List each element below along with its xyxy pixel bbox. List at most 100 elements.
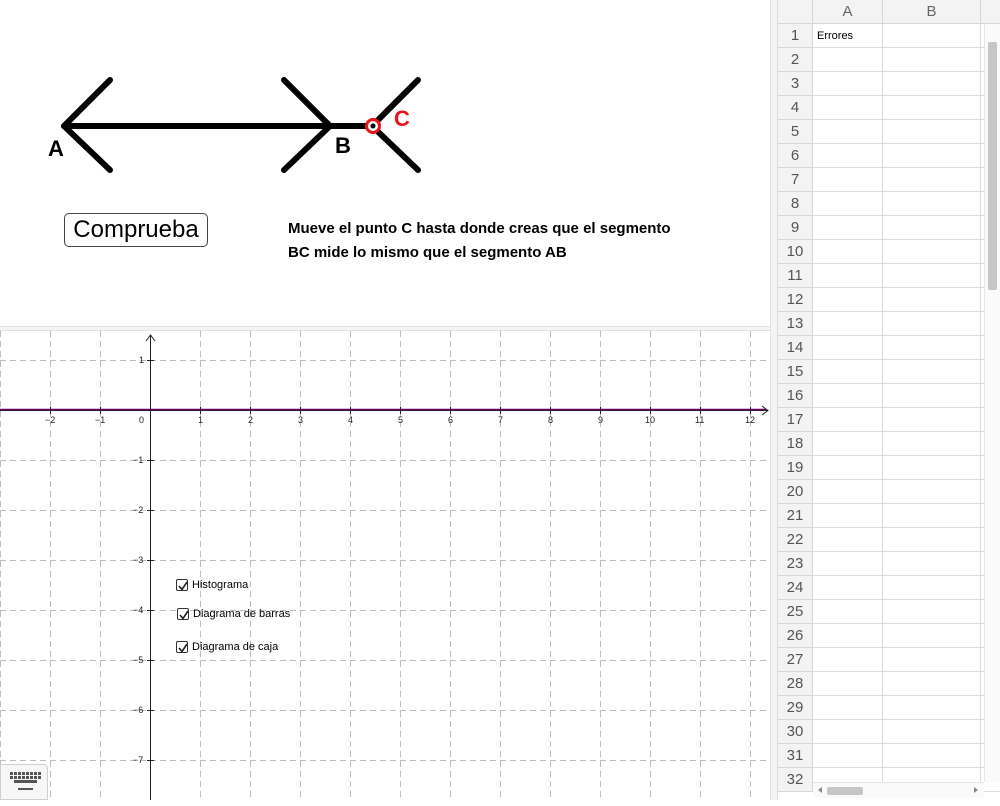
cell-a13[interactable] — [813, 312, 883, 336]
cell-a17[interactable] — [813, 408, 883, 432]
cell-a2[interactable] — [813, 48, 883, 72]
row-header[interactable]: 9 — [778, 216, 813, 240]
checkbox-histograma[interactable]: Histograma — [176, 579, 248, 591]
cell-a18[interactable] — [813, 432, 883, 456]
row-header[interactable]: 14 — [778, 336, 813, 360]
cell-b13[interactable] — [883, 312, 981, 336]
row-header[interactable]: 19 — [778, 456, 813, 480]
row-header[interactable]: 4 — [778, 96, 813, 120]
row-header[interactable]: 3 — [778, 72, 813, 96]
cell-b2[interactable] — [883, 48, 981, 72]
cell-a4[interactable] — [813, 96, 883, 120]
cell-b29[interactable] — [883, 696, 981, 720]
row-header[interactable]: 7 — [778, 168, 813, 192]
row-header[interactable]: 13 — [778, 312, 813, 336]
cell-a31[interactable] — [813, 744, 883, 768]
row-header[interactable]: 22 — [778, 528, 813, 552]
row-header[interactable]: 12 — [778, 288, 813, 312]
scroll-right-icon[interactable] — [971, 783, 981, 797]
cell-a16[interactable] — [813, 384, 883, 408]
vertical-scroll-thumb[interactable] — [988, 42, 997, 290]
cell-b20[interactable] — [883, 480, 981, 504]
cell-a28[interactable] — [813, 672, 883, 696]
row-header[interactable]: 8 — [778, 192, 813, 216]
cell-b5[interactable] — [883, 120, 981, 144]
cell-a8[interactable] — [813, 192, 883, 216]
cell-a11[interactable] — [813, 264, 883, 288]
cell-b26[interactable] — [883, 624, 981, 648]
cell-b24[interactable] — [883, 576, 981, 600]
row-header[interactable]: 27 — [778, 648, 813, 672]
row-header[interactable]: 5 — [778, 120, 813, 144]
row-header[interactable]: 16 — [778, 384, 813, 408]
cell-a1[interactable]: Errores — [813, 24, 883, 48]
row-header[interactable]: 6 — [778, 144, 813, 168]
cell-a10[interactable] — [813, 240, 883, 264]
cell-a21[interactable] — [813, 504, 883, 528]
row-header[interactable]: 31 — [778, 744, 813, 768]
cell-a30[interactable] — [813, 720, 883, 744]
cell-a6[interactable] — [813, 144, 883, 168]
cell-b18[interactable] — [883, 432, 981, 456]
horizontal-scrollbar[interactable] — [813, 782, 984, 798]
graph-view[interactable]: −2 −1 0 1 2 3 4 5 6 7 8 9 10 11 12 1 −1 … — [0, 331, 770, 800]
checkbox-checked-icon[interactable] — [177, 608, 189, 620]
cell-b28[interactable] — [883, 672, 981, 696]
row-header[interactable]: 11 — [778, 264, 813, 288]
cell-a23[interactable] — [813, 552, 883, 576]
cell-a22[interactable] — [813, 528, 883, 552]
column-header-c[interactable] — [981, 0, 1000, 24]
cell-b8[interactable] — [883, 192, 981, 216]
cell-a25[interactable] — [813, 600, 883, 624]
checkbox-checked-icon[interactable] — [176, 579, 188, 591]
row-header[interactable]: 15 — [778, 360, 813, 384]
cell-b25[interactable] — [883, 600, 981, 624]
row-header[interactable]: 1 — [778, 24, 813, 48]
cell-a24[interactable] — [813, 576, 883, 600]
cell-b19[interactable] — [883, 456, 981, 480]
spreadsheet-view[interactable]: A B 1 Errores 2 3 4 5 6 7 8 9 10 11 12 13 14 15 16 17 18 19… — [778, 0, 1000, 800]
cell-a19[interactable] — [813, 456, 883, 480]
checkbox-diagrama-de-barras[interactable]: Diagrama de barras — [177, 608, 290, 620]
cell-a12[interactable] — [813, 288, 883, 312]
row-header[interactable]: 25 — [778, 600, 813, 624]
cell-b23[interactable] — [883, 552, 981, 576]
cell-b7[interactable] — [883, 168, 981, 192]
vertical-scrollbar[interactable] — [984, 24, 1000, 782]
cell-b11[interactable] — [883, 264, 981, 288]
cell-a26[interactable] — [813, 624, 883, 648]
row-header[interactable]: 28 — [778, 672, 813, 696]
cell-b27[interactable] — [883, 648, 981, 672]
row-header[interactable]: 32 — [778, 768, 813, 792]
row-header[interactable]: 23 — [778, 552, 813, 576]
row-header[interactable]: 26 — [778, 624, 813, 648]
cell-b10[interactable] — [883, 240, 981, 264]
column-header-a[interactable]: A — [813, 0, 883, 24]
cell-a27[interactable] — [813, 648, 883, 672]
cell-b3[interactable] — [883, 72, 981, 96]
row-header[interactable]: 10 — [778, 240, 813, 264]
comprueba-button[interactable]: Comprueba — [64, 213, 208, 247]
row-header[interactable]: 20 — [778, 480, 813, 504]
cell-b1[interactable] — [883, 24, 981, 48]
row-header[interactable]: 29 — [778, 696, 813, 720]
cell-a9[interactable] — [813, 216, 883, 240]
cell-b16[interactable] — [883, 384, 981, 408]
row-header[interactable]: 30 — [778, 720, 813, 744]
cell-b30[interactable] — [883, 720, 981, 744]
keyboard-toggle-button[interactable] — [0, 764, 48, 800]
cell-a5[interactable] — [813, 120, 883, 144]
cell-b31[interactable] — [883, 744, 981, 768]
vertical-view-divider[interactable] — [770, 0, 778, 800]
cell-a7[interactable] — [813, 168, 883, 192]
cell-a20[interactable] — [813, 480, 883, 504]
column-header-b[interactable]: B — [883, 0, 981, 24]
cell-b21[interactable] — [883, 504, 981, 528]
cell-a29[interactable] — [813, 696, 883, 720]
checkbox-checked-icon[interactable] — [176, 641, 188, 653]
cell-a15[interactable] — [813, 360, 883, 384]
construction-view[interactable]: A B C Comprueba Mueve el punto C hasta d… — [0, 0, 770, 328]
cell-b9[interactable] — [883, 216, 981, 240]
cell-a3[interactable] — [813, 72, 883, 96]
row-header[interactable]: 21 — [778, 504, 813, 528]
